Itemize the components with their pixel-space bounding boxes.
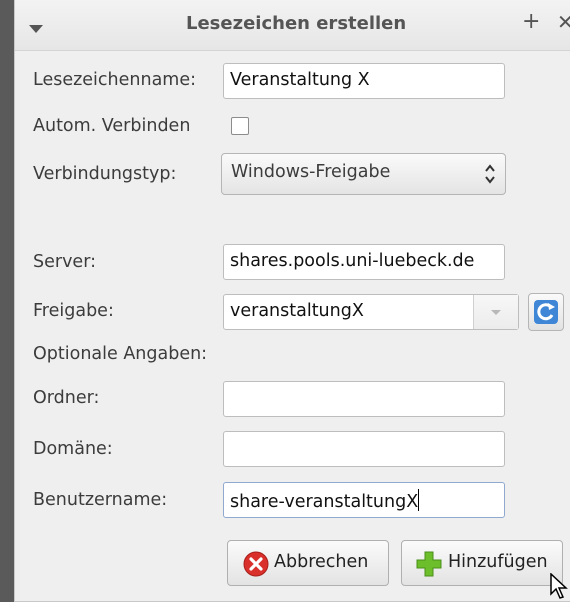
username-value: share-veranstaltungX xyxy=(230,492,419,512)
add-icon xyxy=(416,551,442,577)
title-bar[interactable]: Lesezeichen erstellen + ✕ xyxy=(15,0,570,51)
bookmark-dialog: Lesezeichen erstellen + ✕ Lesezeichennam… xyxy=(14,0,570,602)
share-dropdown-button[interactable] xyxy=(473,295,518,329)
bookmark-name-input[interactable]: Veranstaltung X xyxy=(223,63,505,99)
username-input[interactable]: share-veranstaltungX xyxy=(223,482,505,518)
folder-label: Ordner: xyxy=(33,388,100,408)
share-label: Freigabe: xyxy=(33,301,114,321)
cancel-button-label: Abbrechen xyxy=(274,552,369,572)
plus-icon[interactable]: + xyxy=(522,11,540,33)
connection-type-value: Windows-Freigabe xyxy=(231,162,391,182)
bookmark-name-label: Lesezeichenname: xyxy=(33,70,197,90)
close-icon[interactable]: ✕ xyxy=(557,12,570,32)
share-input[interactable]: veranstaltungX xyxy=(230,301,364,321)
add-button-label: Hinzufügen xyxy=(448,552,548,572)
chevron-down-icon[interactable] xyxy=(29,18,43,37)
optional-section-label: Optionale Angaben: xyxy=(33,344,208,364)
connection-type-select[interactable]: Windows-Freigabe xyxy=(221,153,506,195)
domain-input[interactable] xyxy=(223,431,505,467)
share-combo[interactable]: veranstaltungX xyxy=(223,294,519,330)
mouse-cursor-icon xyxy=(550,573,568,599)
username-label: Benutzername: xyxy=(33,490,168,510)
text-caret xyxy=(418,489,420,511)
cancel-button[interactable]: Abbrechen xyxy=(227,540,389,586)
refresh-button[interactable] xyxy=(528,293,564,331)
connection-type-label: Verbindungstyp: xyxy=(33,164,177,184)
autoconnect-label: Autom. Verbinden xyxy=(33,116,191,136)
autoconnect-checkbox[interactable] xyxy=(231,117,249,135)
server-input[interactable]: shares.pools.uni-luebeck.de xyxy=(223,244,505,280)
add-button[interactable]: Hinzufügen xyxy=(401,540,563,586)
cancel-icon xyxy=(243,551,269,577)
refresh-icon xyxy=(534,300,558,324)
window-title: Lesezeichen erstellen xyxy=(186,13,407,34)
folder-input[interactable] xyxy=(223,381,505,417)
chevron-down-icon xyxy=(491,310,501,315)
server-label: Server: xyxy=(33,252,96,272)
domain-label: Domäne: xyxy=(33,439,113,459)
up-down-arrows-icon xyxy=(485,163,495,190)
